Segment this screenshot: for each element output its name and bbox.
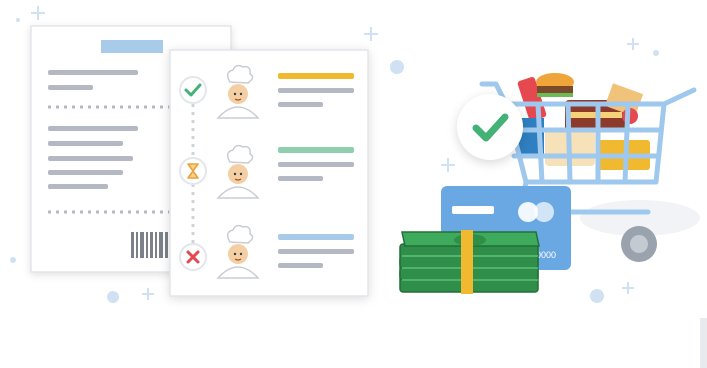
illustration-canvas: 0000 xyxy=(10,6,707,368)
receipt-header-bar xyxy=(101,40,163,53)
checkmark-badge-icon xyxy=(457,94,523,160)
cross-icon xyxy=(179,243,207,271)
cash-band xyxy=(461,230,473,294)
hourglass-icon xyxy=(179,157,207,185)
cash-stack-icon xyxy=(399,230,540,294)
cart-wheel xyxy=(621,226,657,262)
card-number: 0000 xyxy=(536,250,556,260)
order-list-document xyxy=(169,49,369,297)
right-edge-shadow xyxy=(700,318,707,368)
check-icon xyxy=(179,76,207,104)
order-management-illustration: 0000 xyxy=(0,0,707,368)
